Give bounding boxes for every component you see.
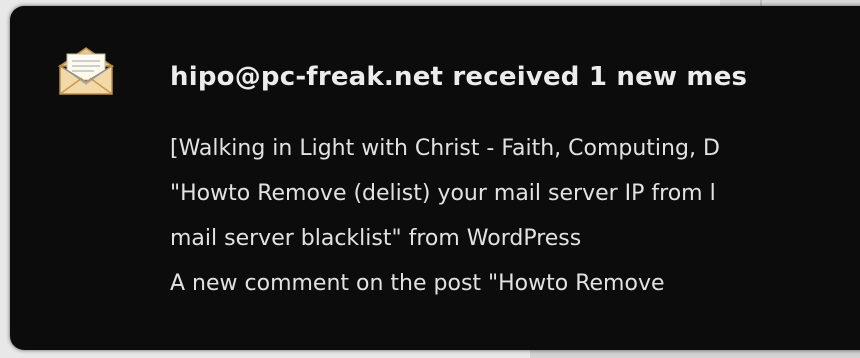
notification-body-line: A new comment on the post "Howto Remove (170, 271, 665, 296)
notification-body-line: [Walking in Light with Christ - Faith, C… (170, 136, 720, 161)
notification-summary: hipo@pc-freak.net received 1 new mes (170, 62, 748, 92)
mail-notification-popup[interactable]: hipo@pc-freak.net received 1 new mes [Wa… (10, 6, 860, 350)
notification-body-line: "Howto Remove (delist) your mail server … (170, 181, 716, 206)
notification-body: [Walking in Light with Christ - Faith, C… (170, 126, 720, 306)
notification-body-line: mail server blacklist" from WordPress (170, 226, 582, 251)
mail-envelope-icon (56, 44, 116, 98)
